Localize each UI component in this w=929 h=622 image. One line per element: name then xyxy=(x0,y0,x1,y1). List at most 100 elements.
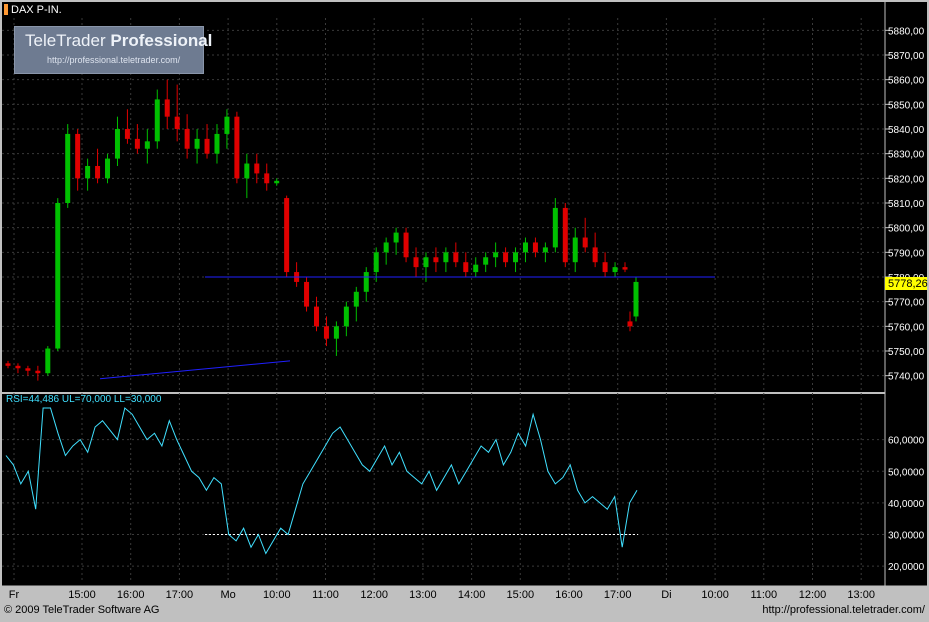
time-tick-label: 11:00 xyxy=(750,589,777,601)
price-tick-label: 5860,00 xyxy=(888,76,925,87)
price-tick-label: 5790,00 xyxy=(888,248,925,259)
copyright-text: © 2009 TeleTrader Software AG xyxy=(4,604,159,616)
time-tick-label: 12:00 xyxy=(799,589,827,601)
candle-body xyxy=(423,257,428,267)
candle-body xyxy=(374,252,379,272)
time-tick-label: 16:00 xyxy=(555,589,583,601)
price-tick-label: 5800,00 xyxy=(888,224,925,235)
teletrader-watermark: TeleTrader Professional http://professio… xyxy=(14,26,204,74)
candle-body xyxy=(613,267,618,272)
time-tick-label: 15:00 xyxy=(507,589,535,601)
candle-body xyxy=(65,134,70,203)
price-tick-label: 5850,00 xyxy=(888,100,925,111)
time-tick-label: Mo xyxy=(220,589,235,601)
candle-body xyxy=(314,307,319,327)
candle-body xyxy=(563,208,568,262)
candle-body xyxy=(135,139,140,149)
candle-body xyxy=(145,141,150,148)
price-tick-label: 5810,00 xyxy=(888,199,925,210)
candle-body xyxy=(473,265,478,272)
price-tick-label: 5760,00 xyxy=(888,322,925,333)
time-tick-label: Fr xyxy=(9,589,20,601)
candle-body xyxy=(125,129,130,139)
watermark-title: TeleTrader Professional xyxy=(25,31,212,51)
candle-body xyxy=(543,247,548,252)
candle-body xyxy=(513,252,518,262)
time-tick-label: 17:00 xyxy=(166,589,194,601)
candle-body xyxy=(344,307,349,327)
candle-body xyxy=(433,257,438,262)
candle-body xyxy=(85,166,90,178)
candle-body xyxy=(583,238,588,248)
price-tick-label: 5830,00 xyxy=(888,150,925,161)
price-axis: 5740,005750,005760,005770,005780,005790,… xyxy=(885,26,925,382)
candle-body xyxy=(284,198,289,272)
time-tick-label: 15:00 xyxy=(68,589,96,601)
candle-body xyxy=(15,366,20,368)
time-tick-label: 13:00 xyxy=(409,589,437,601)
price-tick-label: 5820,00 xyxy=(888,174,925,185)
price-tick-label: 5870,00 xyxy=(888,51,925,62)
rsi-panel xyxy=(2,393,885,586)
price-tick-label: 5740,00 xyxy=(888,372,925,383)
chart-window: 5740,005750,005760,005770,005780,005790,… xyxy=(0,0,929,622)
candle-body xyxy=(195,139,200,149)
watermark-url: http://professional.teletrader.com/ xyxy=(47,55,180,65)
footer-url-link[interactable]: http://professional.teletrader.com/ xyxy=(762,604,925,616)
instrument-color-icon xyxy=(4,4,8,15)
price-tick-label: 5880,00 xyxy=(888,26,925,37)
rsi-tick-label: 20,0000 xyxy=(888,562,925,573)
candle-body xyxy=(593,247,598,262)
rsi-tick-label: 50,0000 xyxy=(888,467,925,478)
candle-body xyxy=(105,159,110,179)
candle-body xyxy=(234,117,239,179)
time-tick-label: 14:00 xyxy=(458,589,486,601)
candle-body xyxy=(364,272,369,292)
rsi-tick-label: 30,0000 xyxy=(888,531,925,542)
time-tick-label: 12:00 xyxy=(360,589,388,601)
candle-body xyxy=(155,99,160,141)
candle-body xyxy=(274,181,279,183)
candle-body xyxy=(523,242,528,252)
time-tick-label: 10:00 xyxy=(701,589,729,601)
watermark-brand-bold: Professional xyxy=(110,31,212,50)
candle-body xyxy=(55,203,60,349)
candle-body xyxy=(324,326,329,338)
rsi-tick-label: 60,0000 xyxy=(888,436,925,447)
time-tick-label: 11:00 xyxy=(312,589,339,601)
candle-body xyxy=(244,164,249,179)
candle-body xyxy=(623,267,628,269)
time-tick-label: 13:00 xyxy=(847,589,875,601)
last-price-label: 5778,26 xyxy=(888,278,928,290)
candle-body xyxy=(35,371,40,373)
candle-body xyxy=(628,321,633,326)
candle-body xyxy=(414,257,419,267)
time-tick-label: 17:00 xyxy=(604,589,632,601)
candle-body xyxy=(185,129,190,149)
candle-body xyxy=(6,363,11,365)
watermark-brand-light: TeleTrader xyxy=(25,31,106,50)
candle-body xyxy=(205,139,210,154)
rsi-title: RSI=44,486 UL=70,000 LL=30,000 xyxy=(6,394,162,405)
rsi-tick-label: 40,0000 xyxy=(888,499,925,510)
candle-body xyxy=(95,166,100,178)
candle-body xyxy=(404,233,409,258)
candle-body xyxy=(354,292,359,307)
candle-body xyxy=(453,252,458,262)
candle-body xyxy=(224,117,229,134)
candle-body xyxy=(254,164,259,174)
candle-body xyxy=(603,262,608,272)
candle-body xyxy=(493,252,498,257)
candle-body xyxy=(483,257,488,264)
candle-body xyxy=(165,99,170,116)
price-tick-label: 5770,00 xyxy=(888,298,925,309)
candle-body xyxy=(75,134,80,178)
candle-body xyxy=(443,252,448,262)
candle-body xyxy=(175,117,180,129)
chart-canvas[interactable]: 5740,005750,005760,005770,005780,005790,… xyxy=(0,0,929,622)
candle-body xyxy=(503,252,508,262)
candle-body xyxy=(25,368,30,370)
candle-body xyxy=(553,208,558,247)
candle-body xyxy=(573,238,578,263)
candle-body xyxy=(533,242,538,252)
